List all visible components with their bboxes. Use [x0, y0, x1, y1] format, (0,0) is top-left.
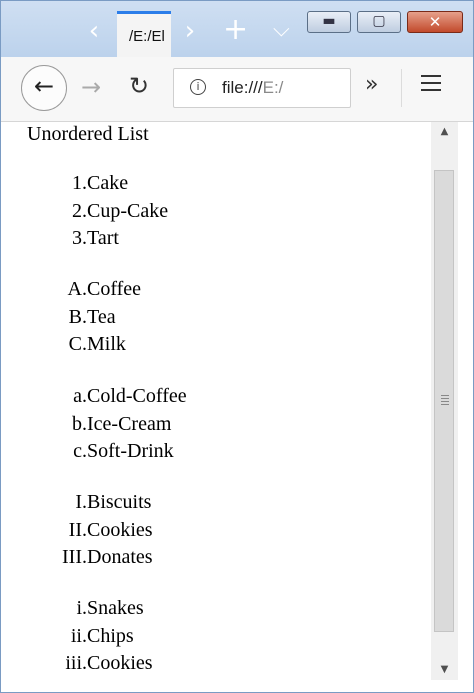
- list-item-label: Cup-Cake: [87, 199, 169, 222]
- ordered-list-upper-alpha: A. Coffee B. Tea C. Milk: [15, 276, 275, 359]
- list-item: B. Tea: [15, 304, 275, 332]
- list-item-label: Tart: [87, 227, 119, 249]
- list-marker: i.: [76, 597, 87, 619]
- list-marker: A.: [67, 278, 87, 300]
- tab-strip: ‹ /E:/El › + ⌵ ▬ ▢ ✕: [1, 1, 473, 57]
- list-item-label: Chips: [87, 624, 134, 647]
- minimize-icon: ▬: [322, 13, 336, 29]
- list-marker: iii.: [65, 652, 87, 674]
- minimize-button[interactable]: ▬: [307, 11, 351, 33]
- browser-window: ‹ /E:/El › + ⌵ ▬ ▢ ✕ ← → ↻ i file:///E:/…: [0, 0, 474, 693]
- list-item: II. Cookies: [15, 517, 275, 545]
- list-marker: a.: [73, 385, 87, 407]
- url-prefix: file:///: [222, 78, 263, 97]
- list-marker: ii.: [70, 624, 87, 647]
- overflow-chevron-icon[interactable]: »: [365, 73, 378, 97]
- url-path: E:/: [262, 78, 284, 97]
- list-item: III. Donates: [15, 544, 275, 572]
- tab-title: /E:/El: [129, 28, 165, 45]
- back-button[interactable]: ←: [21, 65, 67, 111]
- list-item-label: Soft-Drink: [87, 440, 174, 462]
- tab-active[interactable]: /E:/El: [117, 11, 171, 57]
- list-item: 1. Cake: [15, 170, 275, 198]
- list-item-label: Cake: [87, 172, 129, 194]
- list-item: A. Coffee: [15, 276, 275, 304]
- list-item-label: Snakes: [87, 597, 144, 619]
- list-marker: III.: [62, 546, 87, 568]
- list-marker: 1.: [72, 172, 87, 194]
- list-item-label: Cold-Coffee: [87, 385, 187, 407]
- list-marker: c.: [73, 440, 87, 462]
- scroll-grip-icon: [441, 395, 449, 407]
- ordered-list-upper-roman: I. Biscuits II. Cookies III. Donates: [15, 489, 275, 572]
- navigation-toolbar: ← → ↻ i file:///E:/ »: [1, 57, 473, 122]
- list-marker: C.: [68, 333, 87, 355]
- list-item: ii. Chips: [15, 623, 275, 651]
- list-item: I. Biscuits: [15, 489, 275, 517]
- toolbar-divider: [401, 69, 402, 107]
- ordered-list-decimal: 1. Cake 2. Cup-Cake 3. Tart: [15, 170, 275, 253]
- list-marker: 3.: [72, 227, 87, 249]
- list-item: a. Cold-Coffee: [15, 383, 275, 411]
- list-item-label: Coffee: [87, 278, 142, 300]
- hamburger-menu-icon[interactable]: [421, 75, 441, 96]
- list-marker: II.: [68, 518, 87, 541]
- list-item-label: Biscuits: [87, 491, 152, 513]
- tab-scroll-left-icon[interactable]: ‹: [83, 18, 105, 44]
- maximize-button[interactable]: ▢: [357, 11, 401, 33]
- list-item-label: Donates: [87, 546, 153, 568]
- list-item-label: Cookies: [87, 652, 153, 674]
- list-marker: 2.: [72, 199, 87, 222]
- list-item: 2. Cup-Cake: [15, 198, 275, 226]
- list-marker: b.: [72, 412, 87, 435]
- list-item: 3. Tart: [15, 225, 275, 253]
- close-icon: ✕: [428, 13, 442, 31]
- list-item-label: Cookies: [87, 518, 153, 541]
- new-tab-icon[interactable]: +: [223, 15, 248, 45]
- close-button[interactable]: ✕: [407, 11, 463, 33]
- forward-arrow-icon[interactable]: →: [81, 75, 101, 99]
- tab-list-chevron-icon[interactable]: ⌵: [273, 17, 290, 43]
- url-text: file:///E:/: [222, 78, 283, 98]
- list-item: c. Soft-Drink: [15, 438, 275, 466]
- address-bar[interactable]: i file:///E:/: [173, 68, 351, 108]
- page-heading: Unordered List: [27, 123, 149, 145]
- reload-icon[interactable]: ↻: [129, 74, 149, 98]
- list-marker: I.: [75, 491, 87, 513]
- ordered-list-lower-alpha: a. Cold-Coffee b. Ice-Cream c. Soft-Drink: [15, 383, 275, 466]
- list-item-label: Tea: [87, 305, 116, 328]
- list-item-label: Ice-Cream: [87, 412, 172, 435]
- list-item: iii. Cookies: [15, 650, 275, 678]
- list-item: C. Milk: [15, 331, 275, 359]
- back-arrow-icon: ←: [33, 72, 55, 100]
- scroll-down-icon[interactable]: ▼: [431, 660, 458, 680]
- list-item: b. Ice-Cream: [15, 411, 275, 439]
- list-item: i. Snakes: [15, 595, 275, 623]
- page-content: Unordered List 1. Cake 2. Cup-Cake 3. Tart …: [15, 122, 429, 680]
- scroll-thumb[interactable]: [434, 170, 454, 632]
- list-marker: B.: [68, 305, 87, 328]
- scroll-up-icon[interactable]: ▲: [431, 122, 458, 142]
- maximize-icon: ▢: [372, 13, 386, 29]
- list-item-label: Milk: [87, 333, 126, 355]
- vertical-scrollbar[interactable]: ▲ ▼: [431, 122, 458, 680]
- info-icon[interactable]: i: [190, 79, 206, 95]
- ordered-list-lower-roman: i. Snakes ii. Chips iii. Cookies: [15, 595, 275, 678]
- tab-scroll-right-icon[interactable]: ›: [179, 18, 201, 44]
